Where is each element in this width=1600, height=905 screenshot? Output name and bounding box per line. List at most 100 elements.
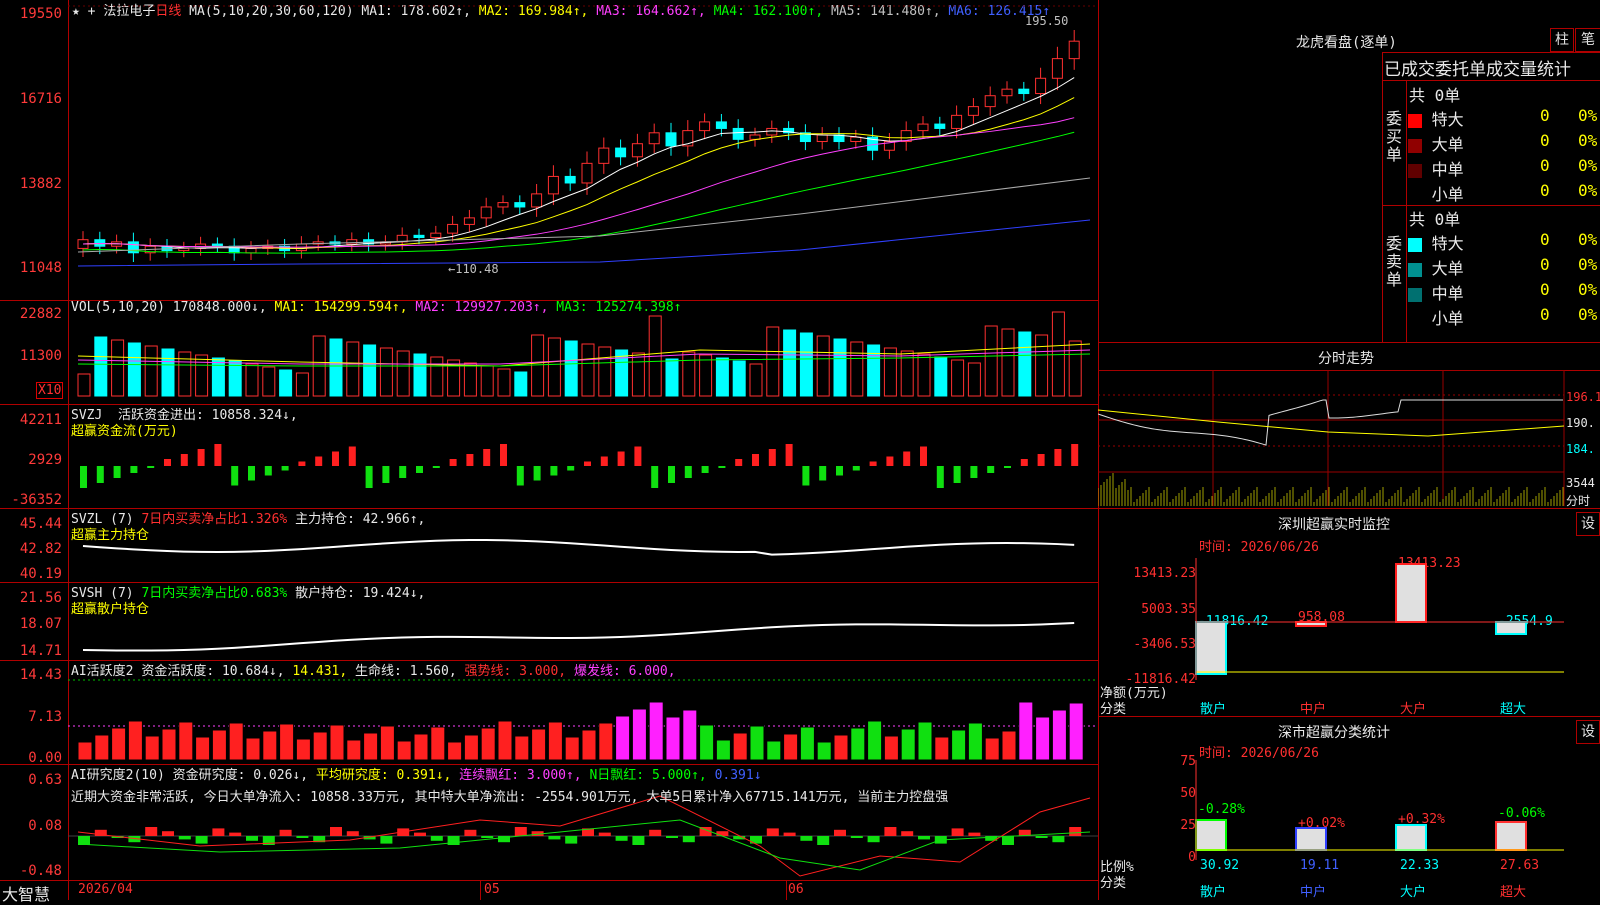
ai-research-ytick: -0.48 [19,863,62,879]
activity-bar [211,729,227,761]
x-month-06: 06 [788,882,804,897]
flow-bar [735,459,743,466]
candle [581,162,593,184]
volume-bar [783,329,797,397]
activity-bar [396,740,412,761]
volume-bar [363,344,377,397]
flow-bar [298,461,306,466]
volume-bar [1001,328,1015,397]
research-bar [565,836,578,844]
activity-bar [917,721,933,761]
activity-bar [161,728,177,761]
activity-bar [900,728,916,761]
research-bar [834,829,846,836]
candle [447,223,459,234]
flow-bar [684,466,692,478]
candle [766,127,778,136]
activity-bar [867,720,883,761]
research-bar [212,828,225,836]
order-count: 0 [1540,230,1550,249]
research-bar [901,831,914,836]
x-date-start: 2026/04 [78,882,133,897]
candle [984,95,996,108]
activity-bar [682,709,698,761]
trade-stats-tab[interactable]: 已成交委托单成交量统计 [1384,55,1571,80]
sh-bar [1295,827,1327,851]
candle [648,132,660,145]
svzl-subtitle: 超赢主力持仓 [71,528,150,543]
activity-bar [816,741,832,761]
candle [1035,77,1047,95]
activity-bar [564,736,580,761]
svsh-ytick: 18.07 [19,616,62,632]
flow-bar [315,456,323,466]
flow-bar [886,456,894,466]
candle [497,202,509,208]
activity-bar [1018,701,1034,761]
research-bar [246,836,258,841]
ai-active-ytick: 14.43 [19,667,62,683]
activity-bar [413,733,429,761]
activity-bar [228,722,244,761]
flow-bar [936,466,944,488]
research-bar [1052,836,1065,843]
volume-bar [279,369,293,397]
color-swatch [1408,287,1422,302]
ai-research-text3: 连续飘红: 3.000↑, [459,768,582,783]
activity-bar [833,734,849,761]
sell-total: 共 0单 [1409,210,1461,229]
flow-bar [164,459,171,466]
research-bar [951,828,964,836]
order-size-row: 中单 0 0% [1408,280,1600,304]
research-bar [414,832,426,836]
ai-active-text2: 14.431, [292,664,348,679]
volume-bar [984,325,998,397]
svzj-ytick: -36352 [11,492,62,508]
candle [1001,88,1013,97]
research-bar [346,831,359,836]
research-bar [817,836,830,845]
candle [463,217,475,225]
candle [1018,88,1030,95]
order-size-name: 大单 [1422,259,1464,278]
activity-bar [732,732,748,761]
flow-bar [852,466,860,471]
research-bar [766,828,779,836]
research-bar [1002,836,1014,845]
bar-mode-button[interactable]: 柱 [1550,28,1574,52]
candle [732,127,744,140]
pen-mode-button[interactable]: 笔 [1575,28,1600,52]
activity-bar [1068,702,1084,761]
flow-bar [483,449,491,466]
volume-bar [514,371,528,397]
brand-logo: 大智慧 [2,885,51,904]
ai-active-text5: 爆发线: 6.000, [573,664,676,679]
flow-bar [920,446,927,466]
ai-research-text2: 平均研究度: 0.391↓, [315,768,452,783]
flow-bar [96,466,104,483]
candle [665,132,677,147]
research-bar [615,836,628,841]
order-size-name: 小单 [1422,185,1464,204]
order-size-name: 中单 [1422,284,1464,303]
candle [547,175,559,195]
order-count: 0 [1540,255,1550,274]
candle [699,121,711,132]
ai-active-text3: 生命线: 1.560, [355,664,457,679]
order-size-row: 大单 0 0% [1408,255,1600,279]
flow-bar [903,451,911,466]
order-size-row: 大单 0 0% [1408,131,1600,155]
volume-bar [1068,340,1082,397]
volume-bar [547,337,561,397]
candle [94,239,106,247]
research-bar [884,827,897,836]
research-bar [783,832,796,836]
order-count: 0 [1540,131,1550,150]
color-swatch [1408,163,1422,178]
intraday-title: 分时走势 [1318,351,1374,367]
volume-bar [413,353,427,397]
activity-bar [984,737,1000,761]
flow-bar [1037,454,1045,466]
volume-bar [631,352,645,397]
flow-bar [516,466,524,486]
